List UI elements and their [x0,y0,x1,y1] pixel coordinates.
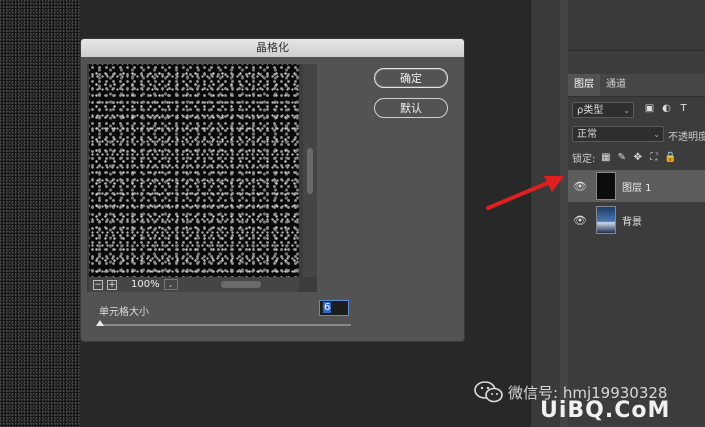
zoom-in-icon[interactable]: + [107,279,117,290]
blend-mode-select[interactable]: 正常 ⌄ [572,126,664,142]
lock-label: 锁定: [572,154,596,165]
scrollbar-thumb[interactable] [307,148,313,194]
layers-panel-tabs: 图层 通道 [568,74,705,97]
lock-move-icon[interactable]: ✥ [632,152,643,163]
ok-button[interactable]: 确定 [374,68,448,88]
tab-channels[interactable]: 通道 [600,74,632,96]
wechat-icon [474,381,503,403]
lock-artboard-icon[interactable]: ⛶ [648,152,659,163]
zoom-bar: − + 100% ⌄ [89,277,299,292]
eye-icon[interactable]: 👁 [568,180,592,193]
layer-filter-select[interactable]: ρ类型 ⌄ [572,102,634,118]
zoom-out-icon[interactable]: − [93,279,103,290]
crystallize-dialog: 晶格化 − + 100% ⌄ 确定 默认 单元格大小 6 [80,38,465,342]
lock-transparent-icon[interactable]: ▦ [600,152,611,163]
layer-thumbnail [596,206,616,234]
opacity-label: 不透明度 [668,132,705,143]
filter-preview[interactable] [89,64,299,277]
document-canvas [0,0,80,427]
cell-size-label: 单元格大小 [99,307,149,318]
panel-dock-divider[interactable] [560,0,568,427]
eye-icon[interactable]: 👁 [568,214,592,227]
zoom-level: 100% [131,279,160,290]
panel-dock-left [530,0,561,427]
preview-vertical-scrollbar[interactable] [303,64,317,277]
layer-filter-icons: ▣ ◐ T [644,103,689,114]
chevron-down-icon: ⌄ [623,106,630,115]
horizontal-scroll-thumb[interactable] [221,281,261,288]
cell-size-value: 6 [323,302,332,313]
cell-size-input[interactable]: 6 [319,300,349,316]
dialog-title[interactable]: 晶格化 [81,39,464,57]
panel-header-area [568,0,705,51]
chevron-down-icon: ⌄ [653,130,660,139]
site-watermark: UiBQ.CoM [540,398,671,423]
preview-frame: − + 100% ⌄ [87,64,317,292]
default-button[interactable]: 默认 [374,98,448,118]
slider-knob[interactable] [96,320,104,326]
adjustment-filter-icon[interactable]: ◐ [661,103,672,114]
blend-mode-label: 正常 [577,129,597,140]
layers-panel: 图层 通道 ρ类型 ⌄ ▣ ◐ T 正常 ⌄ 不透明度 锁定: ▦ ✎ ✥ ⛶ … [568,0,705,427]
lock-all-icon[interactable]: 🔒 [664,152,676,163]
layer-row-background[interactable]: 👁 背景 [568,204,705,236]
layer-thumbnail [596,172,616,200]
lock-row: 锁定: ▦ ✎ ✥ ⛶ 🔒 [572,150,677,165]
red-arrow-annotation [486,176,564,210]
type-filter-icon[interactable]: T [678,103,689,114]
layer-name: 图层 1 [622,182,652,194]
layer-row-1[interactable]: 👁 图层 1 [568,170,705,202]
layer-name: 背景 [622,216,642,228]
zoom-dropdown[interactable]: ⌄ [163,279,178,290]
lock-brush-icon[interactable]: ✎ [616,152,627,163]
image-filter-icon[interactable]: ▣ [644,103,655,114]
layer-filter-label: ρ类型 [577,105,604,116]
cell-size-slider[interactable] [99,324,351,326]
tab-layers[interactable]: 图层 [568,74,600,96]
